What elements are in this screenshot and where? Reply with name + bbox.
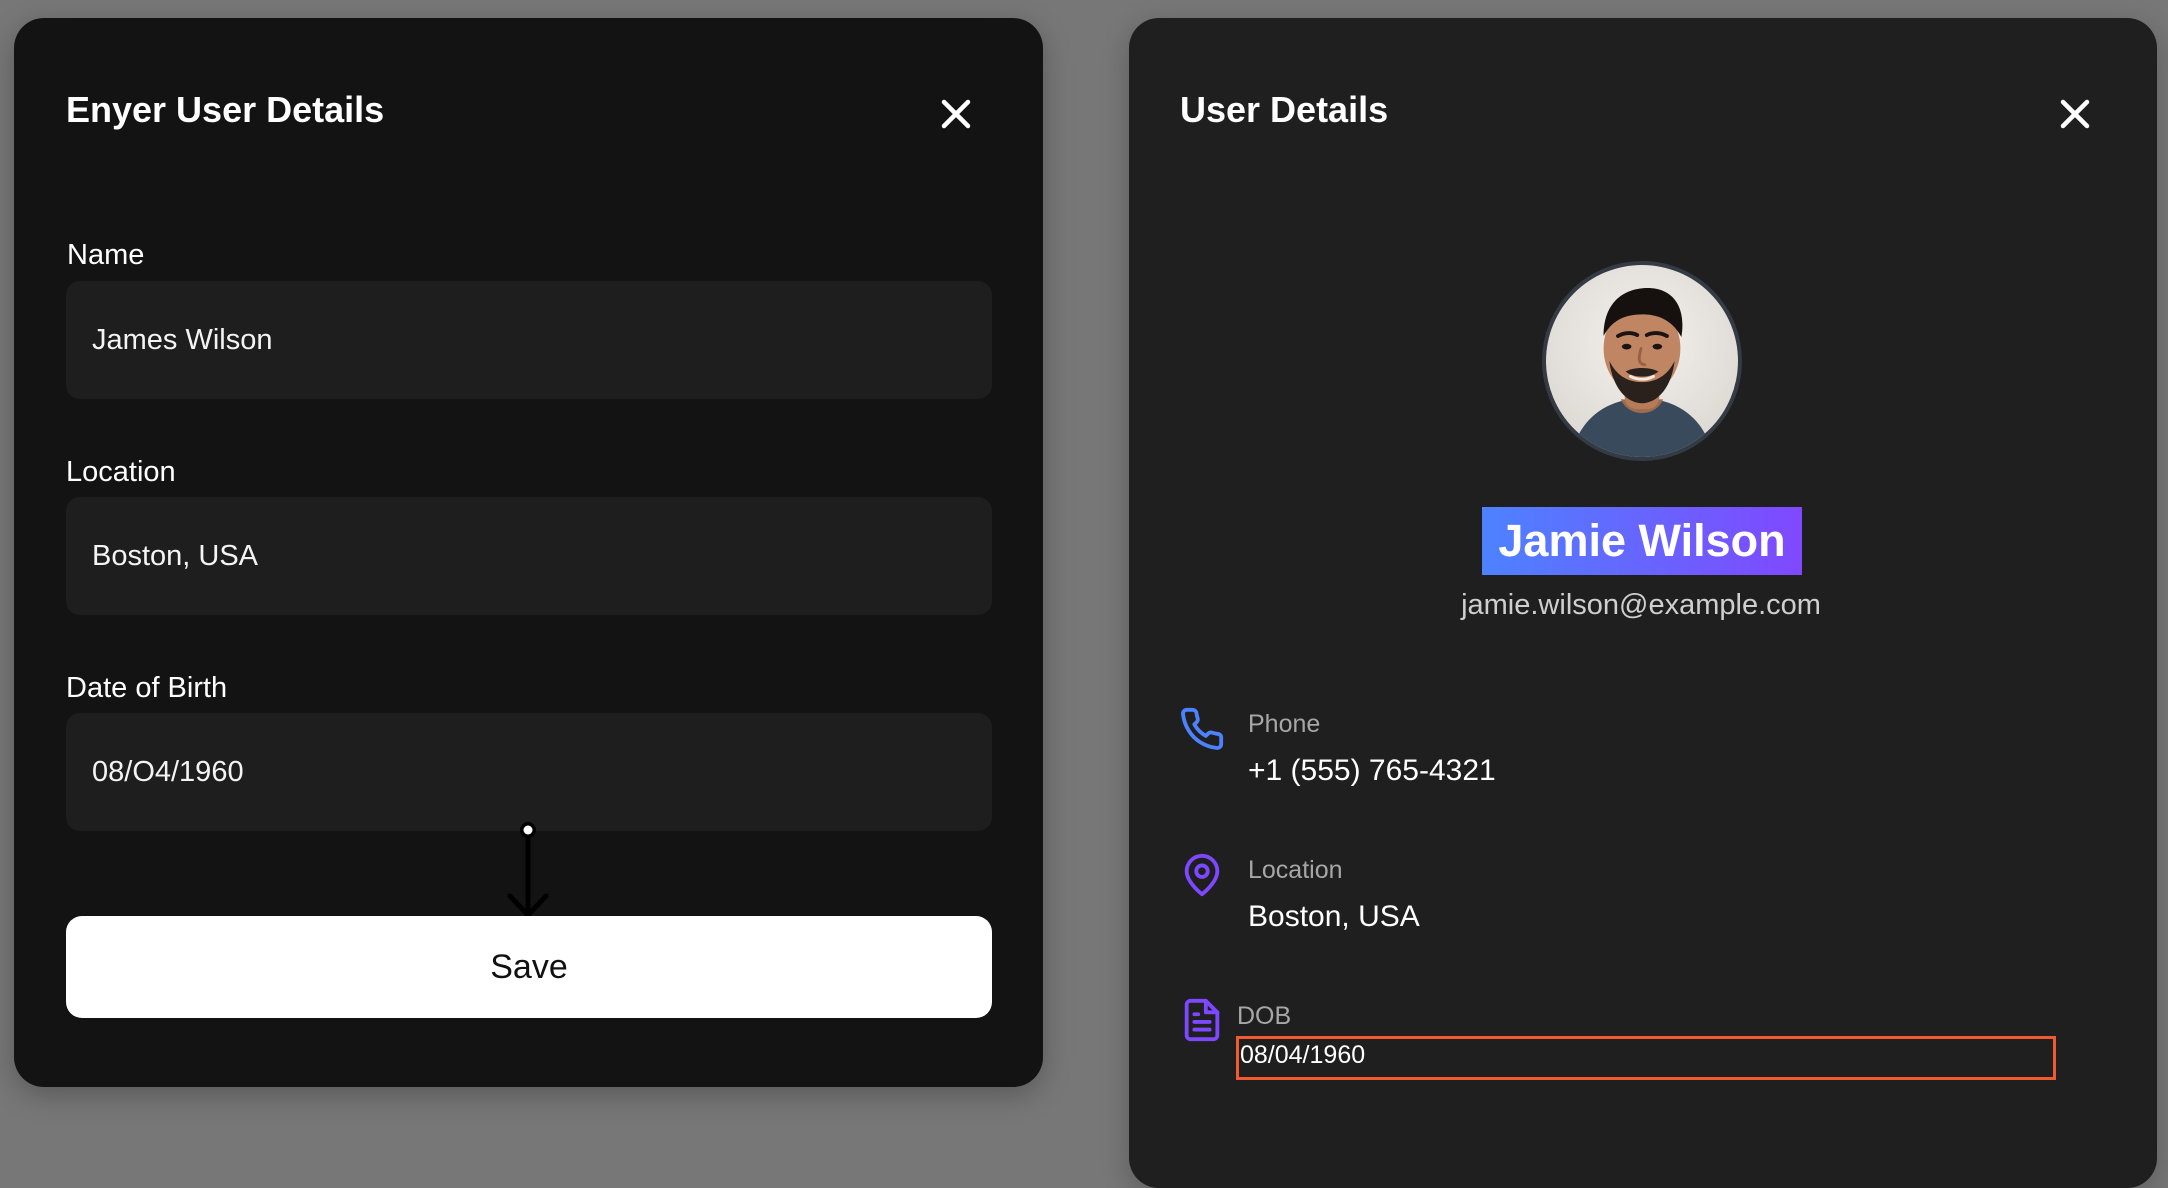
dob-value: 08/04/1960	[1236, 1036, 2056, 1080]
name-label: Name	[67, 239, 145, 271]
avatar-portrait-icon	[1546, 265, 1738, 457]
phone-value: +1 (555) 765-4321	[1248, 754, 1496, 787]
enter-user-details-dialog: Enyer User Details Name Location Date of…	[14, 18, 1043, 1087]
location-label: Location	[66, 456, 176, 488]
dob-label: DOB	[1237, 1002, 1292, 1030]
location-pin-icon	[1184, 854, 1220, 897]
profile-email: jamie.wilson@example.com	[1461, 589, 1821, 621]
avatar	[1542, 261, 1742, 461]
close-icon[interactable]	[932, 90, 980, 138]
date-of-birth-field[interactable]	[66, 713, 992, 831]
close-icon[interactable]	[2051, 90, 2099, 138]
save-button[interactable]: Save	[66, 916, 992, 1018]
date-of-birth-label: Date of Birth	[66, 672, 228, 704]
enter-user-details-title: Enyer User Details	[66, 89, 385, 130]
user-details-title: User Details	[1180, 89, 1389, 130]
pointer-arrow-icon	[507, 822, 549, 918]
location-value: Boston, USA	[1248, 900, 1420, 933]
phone-icon	[1181, 707, 1224, 750]
location-field[interactable]	[66, 497, 992, 615]
profile-name: Jamie Wilson	[1482, 507, 1802, 575]
user-details-dialog: User Details Jamie Wilson jamie.wilson@e…	[1129, 18, 2157, 1188]
name-field[interactable]	[66, 281, 992, 399]
location-label: Location	[1248, 856, 1343, 884]
document-icon	[1184, 998, 1220, 1042]
phone-label: Phone	[1248, 710, 1321, 738]
